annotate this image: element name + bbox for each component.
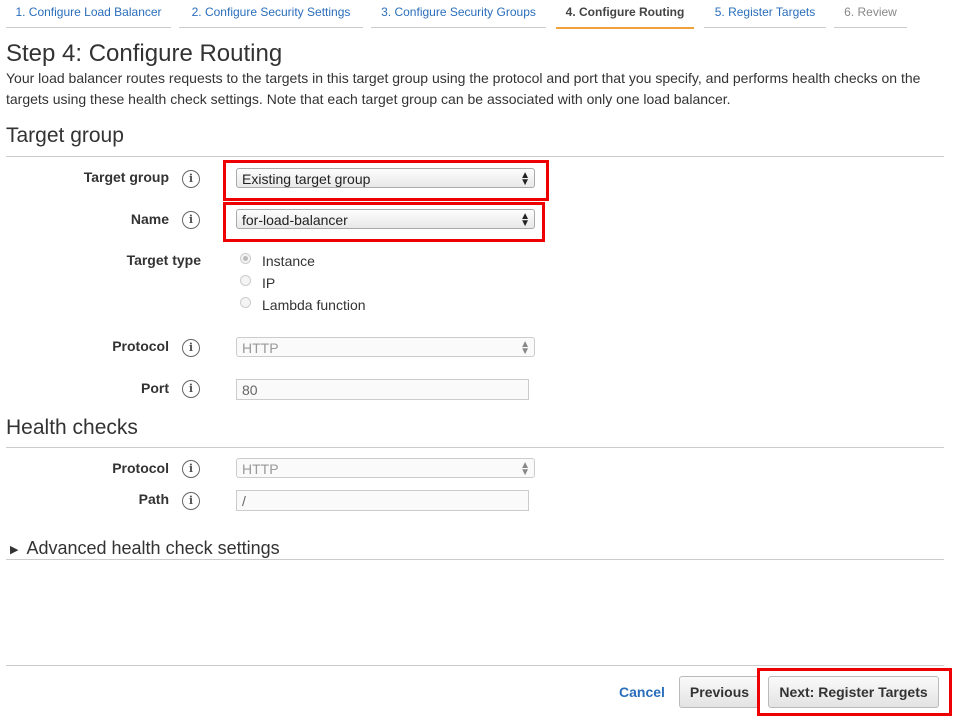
tab-configure-routing[interactable]: 4. Configure Routing	[556, 0, 694, 29]
section-divider	[6, 559, 944, 560]
tab-configure-security-groups[interactable]: 3. Configure Security Groups	[371, 0, 546, 28]
target-type-lambda-radio[interactable]	[240, 297, 251, 308]
info-icon[interactable]: i	[182, 460, 200, 478]
highlight-box	[223, 160, 549, 201]
info-icon[interactable]: i	[182, 380, 200, 398]
target-type-ip-label: IP	[262, 275, 276, 291]
health-protocol-label: Protocol	[112, 460, 169, 476]
target-type-instance-radio[interactable]	[240, 253, 251, 264]
cancel-button[interactable]: Cancel	[619, 684, 665, 700]
health-protocol-select[interactable]: HTTP ▲ ▼	[236, 458, 535, 478]
target-type-instance-label: Instance	[262, 253, 315, 269]
target-group-heading: Target group	[6, 124, 124, 147]
tab-configure-security-settings[interactable]: 2. Configure Security Settings	[179, 0, 363, 28]
updown-arrows-icon: ▲ ▼	[520, 339, 530, 357]
updown-arrows-icon: ▲ ▼	[520, 460, 530, 478]
info-icon[interactable]: i	[182, 211, 200, 229]
wizard-tabs: 1. Configure Load Balancer 2. Configure …	[0, 0, 953, 30]
target-type-ip-radio[interactable]	[240, 275, 251, 286]
health-checks-heading: Health checks	[6, 416, 138, 439]
name-label: Name	[130, 211, 169, 227]
section-divider	[6, 447, 944, 448]
page-description: Your load balancer routes requests to th…	[6, 70, 921, 107]
footer-divider	[6, 665, 944, 666]
target-group-label: Target group	[83, 169, 169, 185]
previous-button[interactable]: Previous	[679, 676, 760, 708]
protocol-select[interactable]: HTTP ▲ ▼	[236, 337, 535, 357]
highlight-box	[223, 202, 545, 242]
info-icon[interactable]: i	[182, 339, 200, 357]
port-input[interactable]: 80	[236, 379, 529, 400]
highlight-box	[757, 668, 952, 716]
info-icon[interactable]: i	[182, 492, 200, 510]
path-label: Path	[138, 491, 169, 507]
protocol-select-value: HTTP	[242, 340, 279, 356]
target-type-label: Target type	[126, 252, 201, 268]
page-title: Step 4: Configure Routing	[6, 40, 283, 67]
triangle-right-icon: ▶	[10, 543, 19, 556]
tab-register-targets[interactable]: 5. Register Targets	[704, 0, 826, 28]
advanced-health-check-toggle[interactable]: ▶ Advanced health check settings	[10, 538, 280, 559]
info-icon[interactable]: i	[182, 170, 200, 188]
tab-review[interactable]: 6. Review	[834, 0, 907, 28]
section-divider	[6, 156, 944, 157]
path-input[interactable]: /	[236, 490, 529, 511]
port-label: Port	[141, 380, 169, 396]
health-protocol-select-value: HTTP	[242, 461, 279, 477]
tab-configure-load-balancer[interactable]: 1. Configure Load Balancer	[6, 0, 171, 28]
target-type-lambda-label: Lambda function	[262, 297, 366, 313]
protocol-label: Protocol	[112, 338, 169, 354]
advanced-health-check-label: Advanced health check settings	[26, 538, 280, 558]
